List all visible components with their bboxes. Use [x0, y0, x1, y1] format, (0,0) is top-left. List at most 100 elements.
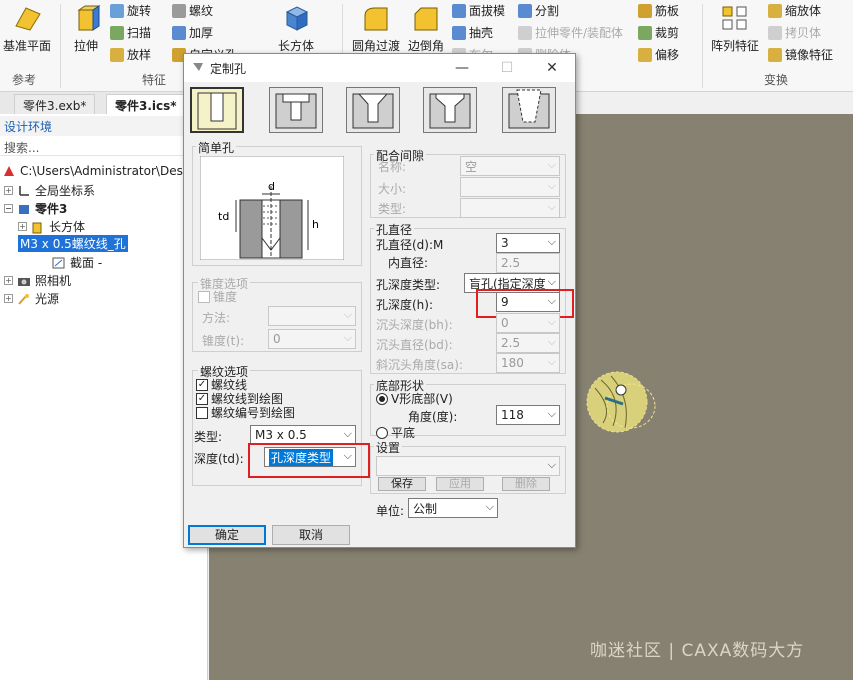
copy-body-icon — [768, 25, 782, 40]
scale-icon — [768, 3, 782, 18]
angle-select[interactable]: 118 ⌵ — [496, 405, 560, 425]
hole-type-simple[interactable] — [190, 87, 244, 133]
tree-light[interactable]: + 光源 — [4, 290, 59, 307]
thread-depth-label: 深度(td): — [194, 452, 244, 466]
unit-select[interactable]: 公制 ⌵ — [408, 498, 498, 518]
minimize-button[interactable]: — — [449, 58, 475, 78]
size-select[interactable]: ⌵ — [460, 177, 560, 197]
kind-select[interactable]: ⌵ — [460, 198, 560, 218]
hole-type-counterdrill[interactable] — [423, 87, 477, 133]
hole-preview-icon[interactable] — [583, 368, 659, 438]
radio-icon — [376, 426, 388, 439]
cs-angle-label: 斜沉头角度(sa): — [376, 358, 464, 372]
split-button[interactable]: 分割 — [518, 2, 559, 19]
thicken-button[interactable]: 加厚 — [172, 24, 213, 41]
scale-button[interactable]: 缩放体 — [768, 2, 821, 19]
chevron-down-icon: ⌵ — [547, 158, 556, 171]
taper-checkbox[interactable]: 锥度 — [198, 288, 237, 305]
loft-button[interactable]: 放样 — [110, 46, 151, 63]
cb-depth-select[interactable]: 0 ⌵ — [496, 313, 560, 333]
radio-selected-icon — [376, 392, 388, 405]
tree-root-path[interactable]: C:\Users\Administrator\Desk — [2, 164, 190, 178]
tab-part3-exb[interactable]: 零件3.exb* — [14, 94, 96, 114]
name-select[interactable]: 空 ⌵ — [460, 156, 560, 176]
draft-icon — [452, 3, 466, 18]
hole-d-select[interactable]: 3 ⌵ — [496, 233, 560, 253]
group-feature-label: 特征 — [142, 73, 167, 87]
shell-button[interactable]: 抽壳 — [452, 24, 493, 41]
chamfer-button[interactable]: 边倒角 — [404, 0, 448, 54]
light-icon — [18, 293, 29, 305]
mirror-button[interactable]: 镜像特征 — [768, 46, 833, 63]
group-reference-label: 参考 — [12, 73, 37, 87]
method-select[interactable]: ⌵ — [268, 306, 356, 326]
draft-button[interactable]: 面拔模 — [452, 2, 505, 19]
thicken-icon — [172, 25, 186, 40]
pattern-icon — [722, 6, 747, 30]
tree-camera[interactable]: + 照相机 — [4, 272, 71, 289]
tree-global-coords[interactable]: + 全局坐标系 — [4, 182, 95, 199]
datum-plane-button[interactable]: 基准平面 — [0, 0, 54, 54]
tree-section[interactable]: 截面 - — [52, 254, 102, 271]
inner-d-field[interactable]: 2.5 — [496, 253, 560, 273]
thread-number-checkbox[interactable]: 螺纹编号到绘图 — [196, 404, 295, 421]
tree-part3[interactable]: − 零件3 — [4, 200, 67, 217]
sketch-icon — [52, 257, 65, 268]
counterdrill-hole-icon — [429, 93, 471, 129]
expander-icon[interactable]: + — [4, 276, 13, 285]
ok-button[interactable]: 确定 — [188, 525, 266, 545]
fillet-button[interactable]: 圆角过渡 — [348, 0, 404, 54]
offset-button[interactable]: 偏移 — [638, 46, 679, 63]
extrude-button[interactable]: 拉伸 — [66, 0, 106, 54]
hole-type-tapered[interactable] — [502, 87, 556, 133]
chevron-down-icon: ⌵ — [547, 179, 556, 192]
chevron-down-icon: ⌵ — [547, 335, 556, 348]
close-button[interactable]: ✕ — [539, 58, 565, 78]
cancel-button[interactable]: 取消 — [272, 525, 350, 545]
inner-d-label: 内直径: — [388, 256, 429, 270]
trim-button[interactable]: 裁剪 — [638, 24, 679, 41]
coordinate-system-icon — [19, 185, 29, 196]
split-icon — [518, 3, 532, 18]
fillet-icon — [364, 7, 388, 31]
expander-icon[interactable]: + — [4, 294, 13, 303]
cs-angle-select[interactable]: 180 ⌵ — [496, 353, 560, 373]
part-icon — [19, 204, 29, 214]
split-part-button[interactable]: 拉伸零件/装配体 — [518, 24, 623, 41]
tree-search-input[interactable]: 搜索... — [0, 138, 208, 156]
maximize-button[interactable]: ☐ — [494, 58, 520, 78]
diagram-label-td: td — [218, 210, 229, 223]
thread-button[interactable]: 螺纹 — [172, 2, 213, 19]
chevron-down-icon: ⌵ — [343, 427, 352, 440]
hole-type-counterbore[interactable] — [269, 87, 323, 133]
cb-d-select[interactable]: 2.5 ⌵ — [496, 333, 560, 353]
rib-button[interactable]: 筋板 — [638, 2, 679, 19]
design-env-header[interactable]: 设计环境 — [0, 116, 208, 136]
hole-d-label: 孔直径(d):M — [376, 238, 444, 252]
tree-box[interactable]: + 长方体 — [18, 218, 85, 235]
expander-icon[interactable]: + — [4, 186, 13, 195]
expander-icon[interactable]: + — [18, 222, 27, 231]
copy-body-button[interactable]: 拷贝体 — [768, 24, 821, 41]
simple-hole-legend: 简单孔 — [196, 139, 237, 156]
sweep-button[interactable]: 扫描 — [110, 24, 151, 41]
taper-t-label: 锥度(t): — [202, 334, 245, 348]
thread-type-select[interactable]: M3 x 0.5 ⌵ — [250, 425, 356, 445]
settings-select[interactable]: ⌵ — [376, 456, 560, 476]
taper-t-select[interactable]: 0 ⌵ — [268, 329, 356, 349]
pattern-button[interactable]: 阵列特征 — [706, 0, 764, 54]
v-bottom-radio[interactable]: V形底部(V) — [376, 390, 453, 407]
revolve-button[interactable]: 旋转 — [110, 2, 151, 19]
delete-settings-button[interactable]: 删除 — [502, 477, 550, 491]
hole-diagram: d td h — [200, 156, 344, 260]
hole-type-countersink[interactable] — [346, 87, 400, 133]
tree-hole-feature[interactable]: −M3 x 0.5螺纹线_孔 — [18, 234, 128, 252]
tab-part3-ics[interactable]: 零件3.ics* — [106, 94, 186, 114]
custom-hole-dialog: 定制孔 — ☐ ✕ 简单孔 d td h 锥度选项 锥度 方法: ⌵ 锥度(t)… — [183, 53, 576, 548]
collapse-icon[interactable]: − — [4, 204, 13, 213]
box-button[interactable]: 长方体 — [272, 0, 320, 54]
save-settings-button[interactable]: 保存 — [378, 477, 426, 491]
apply-settings-button[interactable]: 应用 — [436, 477, 484, 491]
depth-type-label: 孔深度类型: — [376, 278, 441, 292]
offset-icon — [638, 47, 652, 62]
